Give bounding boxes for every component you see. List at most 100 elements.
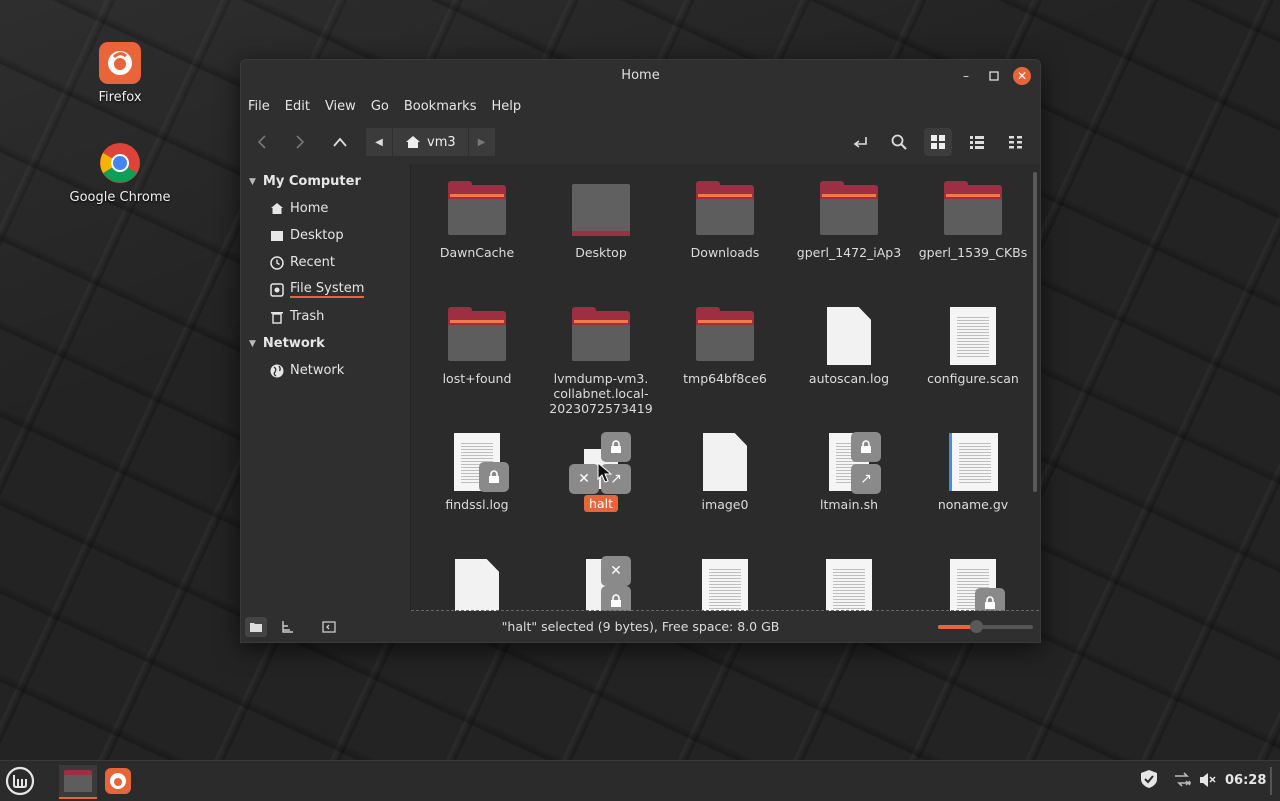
file-name: gperl_1472_iAp3 <box>796 245 902 260</box>
folder-icon <box>448 307 506 361</box>
file-name: Desktop <box>575 245 627 260</box>
search-button[interactable] <box>885 128 913 156</box>
home-icon <box>406 136 420 148</box>
file-item[interactable] <box>911 558 1035 611</box>
file-name: tmp64bf8ce6 <box>683 371 767 386</box>
file-name: DawnCache <box>439 245 515 260</box>
file-item[interactable]: lost+found <box>415 306 539 386</box>
file-item[interactable]: Desktop <box>539 180 663 260</box>
menu-bar: File Edit View Go Bookmarks Help <box>241 92 1040 120</box>
file-name: autoscan.log <box>808 371 890 386</box>
window-title: Home <box>621 68 660 83</box>
desktop-icon-firefox[interactable]: Firefox <box>65 42 175 105</box>
taskbar-file-manager[interactable] <box>59 765 97 799</box>
drive-icon <box>269 282 285 298</box>
trash-icon <box>269 309 285 325</box>
file-item[interactable]: ↗ ltmain.sh <box>787 432 911 512</box>
title-bar[interactable]: Home – ✕ <box>241 60 1040 92</box>
clock[interactable]: 06:28 <box>1225 773 1266 788</box>
file-item[interactable] <box>415 558 539 611</box>
sidebar-item-trash[interactable]: Trash <box>241 303 410 330</box>
menu-go[interactable]: Go <box>370 99 398 114</box>
file-name: lvmdump-vm3. collabnet.local- 2023072573… <box>549 371 653 416</box>
breadcrumb-label: vm3 <box>427 134 456 150</box>
broken-x-icon: ✕ <box>601 556 631 586</box>
menu-edit[interactable]: Edit <box>284 99 319 114</box>
breadcrumb-left-button[interactable]: ◀ <box>366 128 392 156</box>
close-button[interactable]: ✕ <box>1013 67 1031 85</box>
file-item[interactable]: findssl.log <box>415 432 539 512</box>
minimize-button[interactable]: – <box>957 67 975 85</box>
toggle-location-button[interactable] <box>846 128 874 156</box>
status-bar: "halt" selected (9 bytes), Free space: 8… <box>241 611 1040 642</box>
sidebar-section-my-computer[interactable]: ▼ My Computer <box>241 168 410 195</box>
taskbar-firefox[interactable] <box>100 765 136 797</box>
file-view[interactable]: DawnCache Desktop Downloads gperl_1472_i… <box>411 164 1039 611</box>
sidebar-section-label: Network <box>262 336 325 351</box>
file-item[interactable]: DawnCache <box>415 180 539 260</box>
zoom-slider-handle[interactable] <box>970 620 983 633</box>
show-desktop-button[interactable] <box>1270 767 1272 795</box>
status-text: "halt" selected (9 bytes), Free space: 8… <box>501 619 780 634</box>
icon-view-button[interactable] <box>924 128 952 156</box>
lock-icon <box>601 432 631 462</box>
file-item[interactable]: configure.scan <box>911 306 1035 386</box>
file-item[interactable]: lvmdump-vm3. collabnet.local- 2023072573… <box>539 306 663 416</box>
location-toggle-icon <box>853 137 867 148</box>
file-item-selected[interactable]: ✕ ↗ halt <box>539 432 663 512</box>
volume-muted-icon[interactable] <box>1199 772 1217 792</box>
expand-arrow-icon: ▼ <box>249 176 256 187</box>
scrollbar[interactable] <box>1033 172 1037 492</box>
back-button[interactable] <box>248 128 276 156</box>
chrome-icon <box>99 142 141 184</box>
sidebar-item-recent[interactable]: Recent <box>241 249 410 276</box>
shield-icon[interactable] <box>1140 769 1158 793</box>
file-item[interactable] <box>787 558 911 611</box>
mint-menu-icon <box>5 766 35 796</box>
breadcrumb-right-button[interactable]: ▶ <box>468 128 495 156</box>
list-view-button[interactable] <box>963 128 991 156</box>
sidebar-item-home[interactable]: Home <box>241 195 410 222</box>
file-item[interactable]: tmp64bf8ce6 <box>663 306 787 386</box>
file-item[interactable]: gperl_1472_iAp3 <box>787 180 911 260</box>
menu-bookmarks[interactable]: Bookmarks <box>403 99 486 114</box>
file-item[interactable]: autoscan.log <box>787 306 911 386</box>
mouse-cursor-icon <box>597 462 613 483</box>
file-item[interactable]: image0 <box>663 432 787 512</box>
sidebar-item-network[interactable]: Network <box>241 357 410 384</box>
desktop-icon-chrome[interactable]: Google Chrome <box>65 142 175 205</box>
file-item[interactable] <box>663 558 787 611</box>
forward-button[interactable] <box>286 128 314 156</box>
compact-view-button[interactable] <box>1002 128 1030 156</box>
zoom-slider[interactable] <box>938 620 1033 633</box>
broken-x-icon: ✕ <box>569 464 599 494</box>
sidebar-item-desktop[interactable]: Desktop <box>241 222 410 249</box>
folder-icon <box>572 307 630 361</box>
file-manager-window: Home – ✕ File Edit View Go Bookmarks Hel… <box>240 59 1041 643</box>
toolbar: ◀ vm3 ▶ <box>241 120 1040 165</box>
file-name: noname.gv <box>937 497 1009 512</box>
file-name: findssl.log <box>445 497 509 512</box>
menu-file[interactable]: File <box>247 99 279 114</box>
breadcrumb-home[interactable]: vm3 <box>393 128 468 156</box>
file-item[interactable]: Downloads <box>663 180 787 260</box>
file-item[interactable]: gperl_1539_CKBs <box>911 180 1035 260</box>
start-menu-button[interactable] <box>2 765 38 797</box>
generic-file-icon <box>703 433 747 491</box>
up-button[interactable] <box>326 128 354 156</box>
file-name: Downloads <box>690 245 760 260</box>
file-item[interactable]: noname.gv <box>911 432 1035 512</box>
file-name: configure.scan <box>927 371 1019 386</box>
folder-icon <box>696 181 754 235</box>
maximize-button[interactable] <box>985 67 1003 85</box>
menu-help[interactable]: Help <box>490 99 530 114</box>
sidebar-section-network[interactable]: ▼ Network <box>241 330 410 357</box>
home-icon <box>269 201 285 217</box>
file-item[interactable]: ✕ <box>539 556 663 611</box>
network-disconnected-icon[interactable] <box>1173 772 1193 792</box>
menu-view[interactable]: View <box>324 99 365 114</box>
desktop-icon-label: Google Chrome <box>69 190 171 205</box>
sidebar-item-file-system[interactable]: File System <box>241 276 410 303</box>
file-name: lost+found <box>442 371 512 386</box>
file-name: gperl_1539_CKBs <box>918 245 1028 260</box>
